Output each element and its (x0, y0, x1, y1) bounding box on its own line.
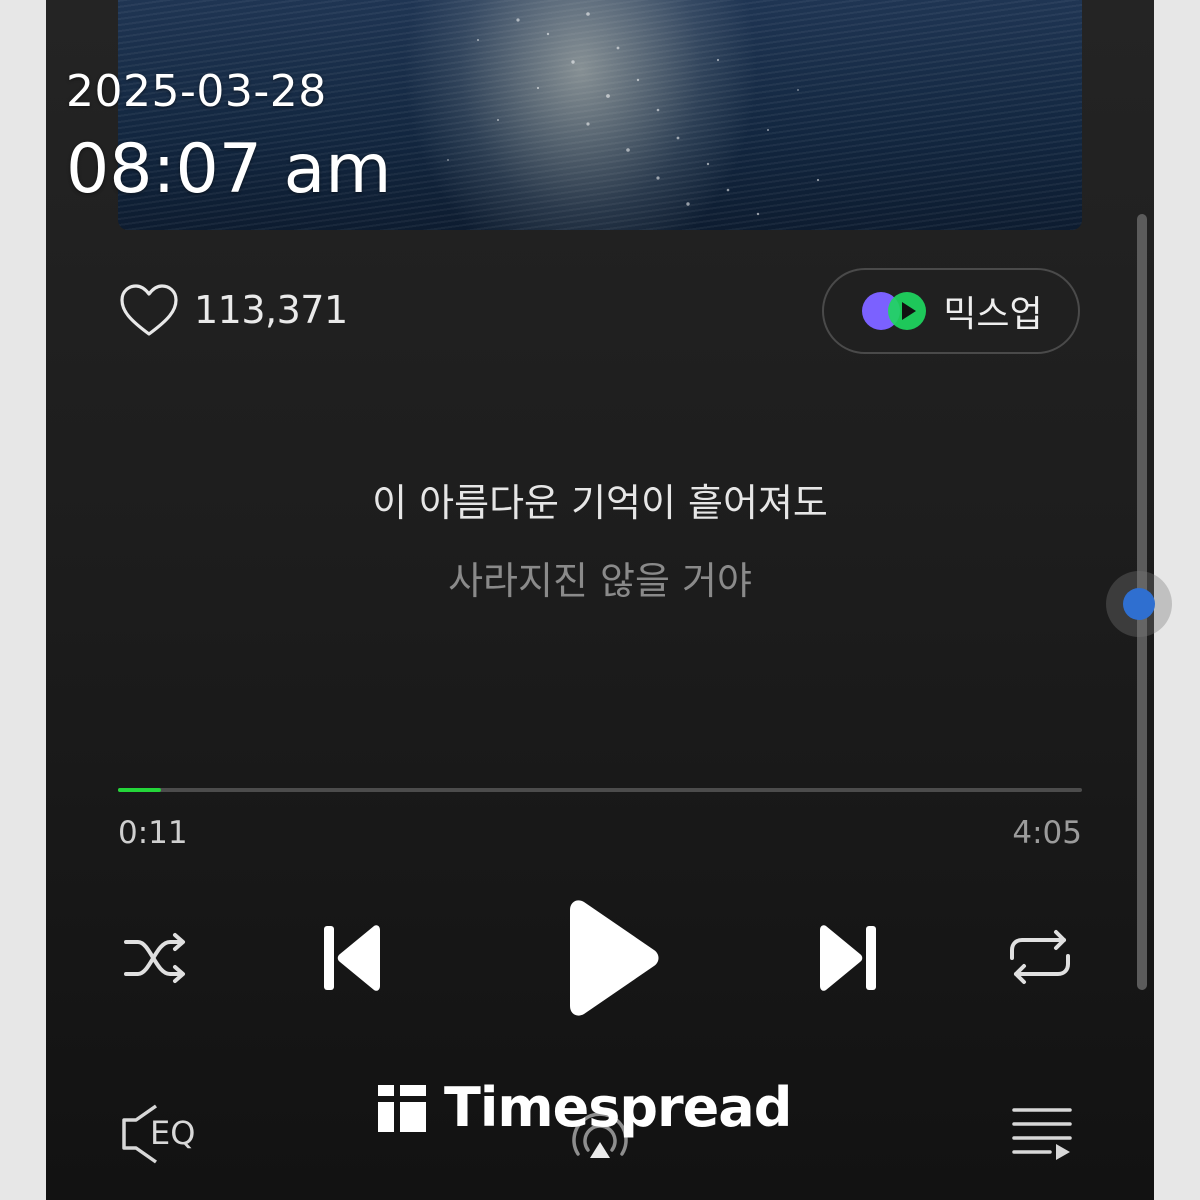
total-time: 4:05 (1012, 815, 1082, 851)
scroll-handle-dot[interactable] (1123, 588, 1155, 620)
skip-previous-icon (324, 925, 380, 991)
eq-button[interactable]: EQ (116, 1100, 206, 1170)
timestamp-time: 08:07 am (66, 130, 392, 209)
shuffle-icon (124, 933, 185, 983)
play-icon (570, 900, 659, 1016)
elapsed-time: 0:11 (118, 815, 188, 851)
progress-bar[interactable] (118, 788, 1082, 792)
lyric-current-line[interactable]: 이 아름다운 기억이 흩어져도 (46, 472, 1154, 527)
watermark-text: Timespread (444, 1076, 792, 1139)
skip-next-icon (820, 925, 876, 991)
playlist-icon (1012, 1108, 1072, 1160)
mixup-button[interactable]: 믹스업 (822, 268, 1080, 354)
shuffle-button[interactable] (120, 926, 192, 990)
timespread-logo-icon (378, 1084, 426, 1132)
like-button[interactable]: 113,371 (118, 282, 348, 338)
mixup-icon (862, 292, 927, 330)
watermark: Timespread (376, 1076, 792, 1139)
timestamp-date: 2025-03-28 (66, 66, 327, 117)
like-count: 113,371 (194, 288, 348, 332)
repeat-icon (1010, 930, 1070, 984)
eq-label: EQ (150, 1114, 196, 1152)
mixup-label: 믹스업 (943, 294, 1043, 335)
play-button[interactable] (560, 896, 662, 1020)
playlist-button[interactable] (1010, 1104, 1074, 1166)
previous-button[interactable] (318, 920, 388, 996)
next-button[interactable] (812, 920, 882, 996)
lyric-next-line[interactable]: 사라지진 않을 거야 (46, 550, 1154, 605)
repeat-button[interactable] (1004, 924, 1076, 990)
heart-icon (120, 284, 178, 336)
progress-fill (118, 788, 162, 792)
